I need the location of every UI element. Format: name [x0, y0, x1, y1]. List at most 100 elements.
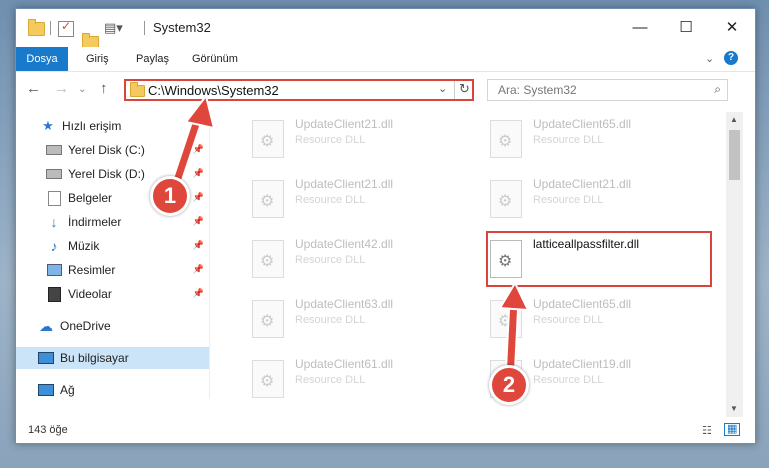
dll-file-icon	[252, 120, 284, 158]
file-item[interactable]: UpdateClient21.dll Resource DLL	[235, 112, 455, 162]
file-type: Resource DLL	[295, 254, 366, 266]
sidebar-item-this-pc[interactable]: Bu bilgisayar	[16, 347, 209, 369]
music-icon: ♪	[50, 238, 58, 254]
file-name: UpdateClient61.dll	[295, 357, 394, 371]
sidebar-item-music[interactable]: ♪ Müzik 📌	[16, 235, 209, 257]
address-folder-icon	[130, 82, 145, 97]
navigation-pane: ★ Hızlı erişim Yerel Disk (C:) 📌 Yerel D…	[16, 112, 210, 399]
dll-file-icon	[252, 300, 284, 338]
file-item[interactable]: UpdateClient21.dll Resource DLL	[235, 172, 455, 222]
customize-toolbar-icon[interactable]: ▤▾	[104, 20, 123, 36]
help-icon[interactable]: ?	[724, 51, 738, 65]
network-icon	[38, 383, 54, 397]
sidebar-item-downloads[interactable]: ↓ İndirmeler 📌	[16, 211, 209, 233]
expand-ribbon-icon[interactable]: ⌄	[705, 52, 714, 65]
sidebar-item-quick-access[interactable]: ★ Hızlı erişim	[16, 115, 209, 137]
sidebar-item-onedrive[interactable]: ☁ OneDrive	[16, 315, 209, 337]
up-arrow-icon[interactable]: ↑	[100, 80, 108, 97]
documents-icon	[46, 190, 62, 206]
step-badge-2: 2	[489, 365, 529, 405]
scroll-down-icon[interactable]: ▼	[730, 404, 738, 413]
scroll-up-icon[interactable]: ▲	[730, 115, 738, 124]
sidebar-item-label: Yerel Disk (C:)	[68, 143, 145, 157]
maximize-button[interactable]: ☐	[663, 9, 709, 45]
folder-icon	[28, 19, 45, 36]
dll-file-icon	[490, 300, 522, 338]
pin-icon: 📌	[192, 288, 204, 298]
pin-icon: 📌	[192, 144, 204, 154]
address-separator	[454, 81, 455, 99]
file-type: Resource DLL	[295, 374, 366, 386]
tab-home[interactable]: Giriş	[86, 47, 109, 71]
sidebar-item-label: Belgeler	[68, 191, 113, 205]
cloud-icon: ☁	[39, 317, 53, 334]
sidebar-item-label: Videolar	[68, 287, 112, 301]
file-type: Resource DLL	[295, 194, 366, 206]
sidebar-item-label: Müzik	[68, 239, 100, 253]
highlight-box-file	[486, 231, 712, 287]
forward-arrow-icon[interactable]: →	[54, 80, 69, 97]
pin-icon: 📌	[192, 192, 204, 202]
sidebar-item-label: Yerel Disk (D:)	[68, 167, 145, 181]
dll-file-icon	[490, 180, 522, 218]
file-item[interactable]: UpdateClient63.dll Resource DLL	[235, 292, 455, 342]
pictures-icon	[46, 263, 62, 277]
download-icon: ↓	[50, 214, 58, 230]
file-item[interactable]: UpdateClient65.dll Resource DLL	[473, 292, 693, 342]
status-bar: 143 öğe ☷ ▦	[16, 419, 755, 443]
pin-icon: 📌	[192, 264, 204, 274]
title-separator	[144, 21, 145, 35]
sidebar-item-label: Resimler	[68, 263, 116, 277]
large-icons-view-icon[interactable]: ▦	[724, 423, 741, 436]
file-type: Resource DLL	[533, 194, 604, 206]
pin-icon: 📌	[192, 240, 204, 250]
address-path[interactable]: C:\Windows\System32	[148, 83, 279, 98]
drive-icon	[46, 143, 62, 157]
sidebar-item-label: Hızlı erişim	[62, 119, 122, 133]
file-name: UpdateClient21.dll	[295, 177, 394, 191]
file-item[interactable]: UpdateClient42.dll Resource DLL	[235, 232, 455, 282]
computer-icon	[38, 351, 54, 365]
search-input[interactable]: Ara: System32	[498, 83, 577, 97]
file-type: Resource DLL	[533, 314, 604, 326]
address-bar[interactable]: C:\Windows\System32 ⌄ ↻	[124, 79, 474, 101]
refresh-icon[interactable]: ↻	[459, 81, 470, 97]
file-type: Resource DLL	[295, 134, 366, 146]
sidebar-item-label: Ağ	[60, 383, 75, 397]
file-name: UpdateClient65.dll	[533, 297, 632, 311]
star-icon: ★	[42, 118, 54, 133]
video-icon	[46, 286, 62, 302]
tab-view[interactable]: Görünüm	[192, 47, 238, 71]
back-arrow-icon[interactable]: ←	[26, 80, 41, 97]
details-view-icon[interactable]: ☷	[702, 424, 712, 437]
explorer-window: ✓ ▤▾ System32 — ☐ ✕ Dosya Giriş Paylaş G…	[15, 8, 756, 444]
step-badge-1: 1	[150, 176, 190, 216]
vertical-scrollbar[interactable]: ▲ ▼	[726, 112, 743, 417]
file-type: Resource DLL	[533, 134, 604, 146]
tab-share[interactable]: Paylaş	[136, 47, 169, 71]
file-type: Resource DLL	[295, 314, 366, 326]
properties-icon[interactable]: ✓	[58, 19, 74, 37]
address-dropdown-icon[interactable]: ⌄	[438, 82, 447, 95]
file-name: UpdateClient19.dll	[533, 357, 632, 371]
sidebar-item-drive-c[interactable]: Yerel Disk (C:) 📌	[16, 139, 209, 161]
file-type: Resource DLL	[533, 374, 604, 386]
file-item[interactable]: UpdateClient21.dll Resource DLL	[473, 172, 693, 222]
scroll-thumb[interactable]	[729, 130, 740, 180]
file-list: UpdateClient21.dll Resource DLL UpdateCl…	[223, 112, 733, 399]
dll-file-icon	[252, 360, 284, 398]
sidebar-item-pictures[interactable]: Resimler 📌	[16, 259, 209, 281]
file-item[interactable]: UpdateClient65.dll Resource DLL	[473, 112, 693, 162]
tab-file[interactable]: Dosya	[16, 47, 68, 71]
close-button[interactable]: ✕	[709, 9, 755, 45]
file-name: UpdateClient21.dll	[533, 177, 632, 191]
dll-file-icon	[252, 240, 284, 278]
search-box[interactable]: Ara: System32 ⌕	[487, 79, 728, 101]
recent-chevron-icon[interactable]: ⌄	[78, 84, 86, 95]
sidebar-item-network[interactable]: Ağ	[16, 379, 209, 401]
file-item[interactable]: UpdateClient61.dll Resource DLL	[235, 352, 455, 399]
minimize-button[interactable]: —	[617, 9, 663, 45]
search-icon[interactable]: ⌕	[714, 82, 721, 97]
sidebar-item-videos[interactable]: Videolar 📌	[16, 283, 209, 305]
item-count: 143 öğe	[28, 424, 68, 436]
